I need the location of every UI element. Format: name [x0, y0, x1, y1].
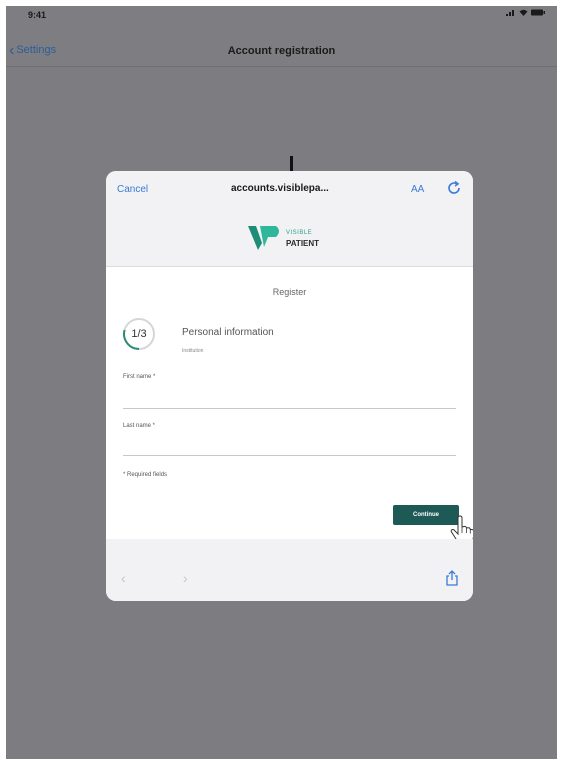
- browser-toolbar: ‹ ›: [106, 539, 473, 601]
- safari-sheet: Cancel accounts.visiblepa... AA VISIBLE …: [106, 171, 473, 601]
- status-icons: [506, 9, 545, 16]
- step-subtitle: Institution: [182, 348, 204, 354]
- first-name-underline: [123, 408, 456, 409]
- first-name-field[interactable]: [123, 386, 456, 406]
- browser-header: Cancel accounts.visiblepa... AA VISIBLE …: [106, 171, 473, 267]
- step-title: Personal information: [182, 327, 274, 338]
- last-name-field[interactable]: [123, 435, 456, 455]
- battery-icon: [531, 9, 545, 16]
- status-time: 9:41: [28, 10, 47, 20]
- nav-bar: ‹ Settings Account registration: [6, 26, 557, 67]
- browser-forward-icon[interactable]: ›: [183, 570, 188, 586]
- visible-patient-logo: VISIBLE PATIENT: [246, 221, 341, 256]
- url-field[interactable]: accounts.visiblepa...: [231, 183, 329, 194]
- first-name-label: First name *: [123, 374, 156, 380]
- cancel-button[interactable]: Cancel: [117, 184, 148, 195]
- status-bar: 9:41: [6, 6, 557, 26]
- wifi-icon: [519, 9, 528, 16]
- last-name-label: Last name *: [123, 423, 156, 429]
- text-size-button[interactable]: AA: [411, 184, 424, 195]
- register-title: Register: [272, 287, 307, 297]
- logo-line1: VISIBLE: [286, 230, 313, 236]
- signal-icon: [506, 10, 514, 16]
- reload-icon[interactable]: [446, 180, 462, 196]
- vp-mark-icon: [248, 226, 279, 250]
- last-name-underline: [123, 455, 456, 456]
- ipad-screen: 9:41 ‹ Settings Account registration Can…: [6, 6, 557, 759]
- browser-back-icon[interactable]: ‹: [121, 570, 126, 586]
- required-fields-note: * Required fields: [123, 472, 168, 478]
- text-cursor: [290, 156, 293, 172]
- share-icon[interactable]: [445, 570, 459, 586]
- step-counter: 1/3: [131, 328, 147, 340]
- logo-line2: PATIENT: [286, 239, 320, 248]
- page-title: Account registration: [227, 45, 336, 57]
